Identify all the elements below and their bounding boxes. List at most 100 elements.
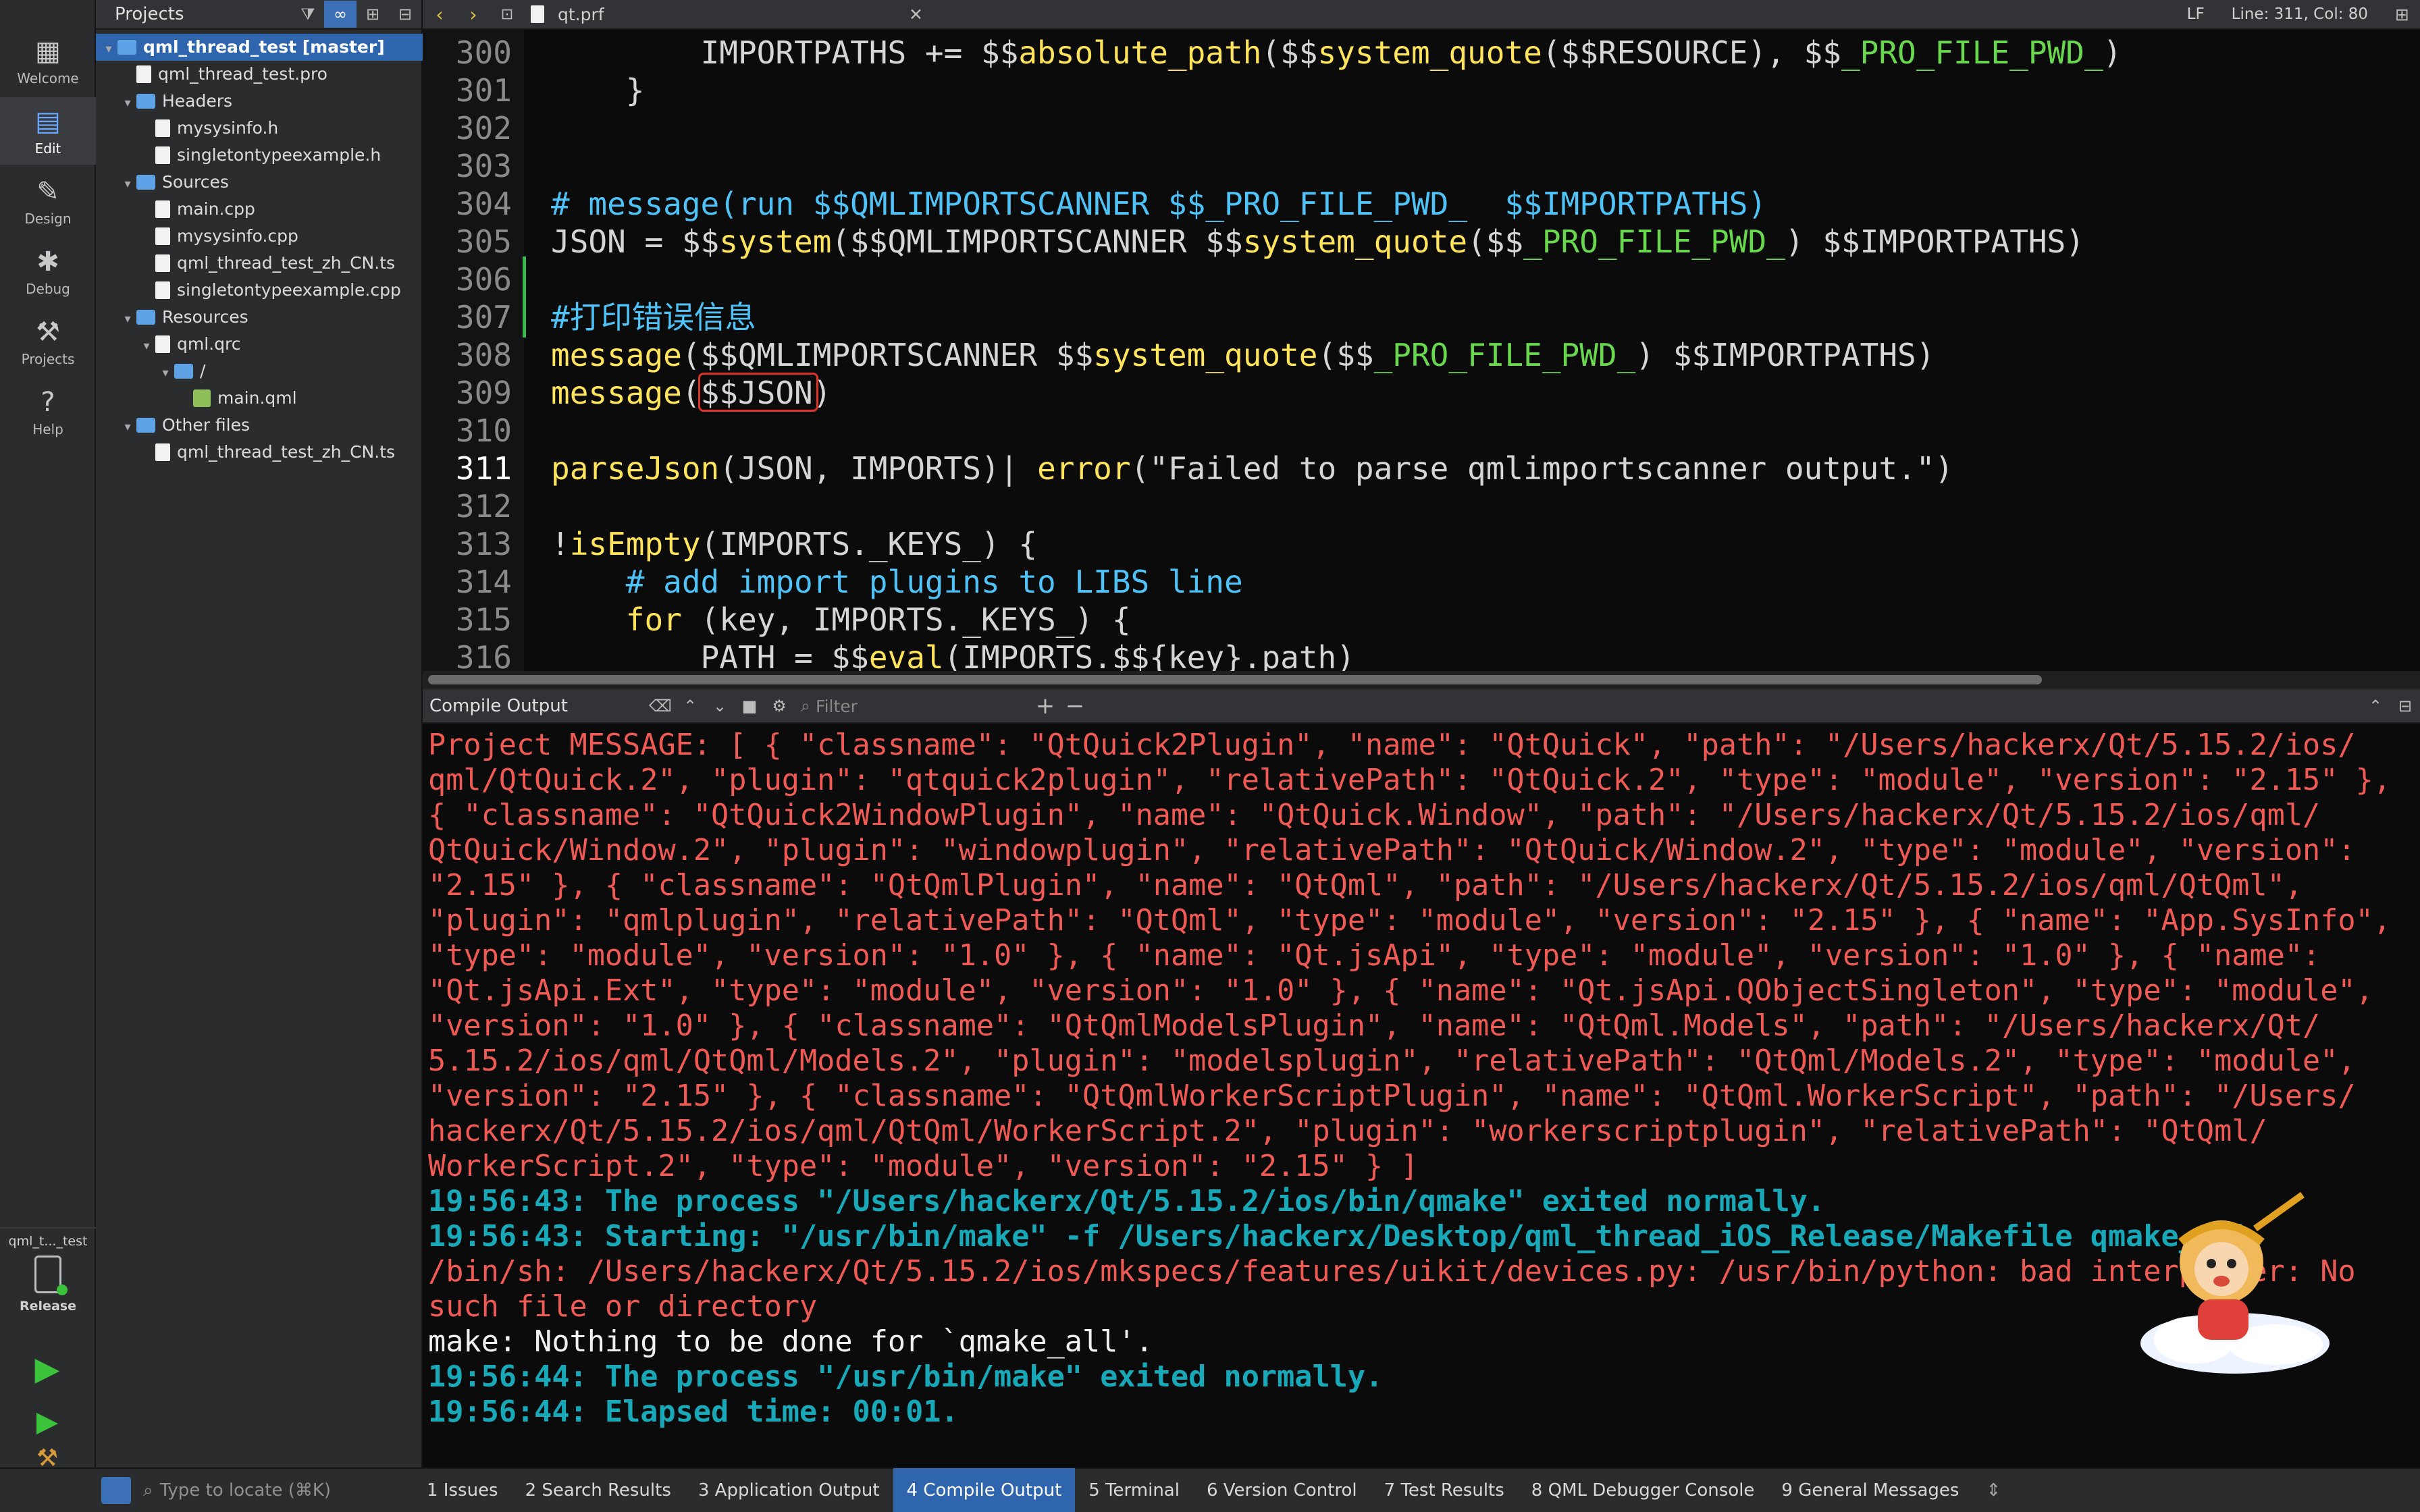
- up-icon[interactable]: ⌃: [675, 697, 705, 716]
- minus-icon[interactable]: −: [1060, 693, 1090, 720]
- build-config: Release: [20, 1299, 76, 1314]
- locator-field[interactable]: ⌕ Type to locate (⌘K): [143, 1476, 413, 1505]
- kit-selector[interactable]: qml_t..._test Release: [0, 1227, 96, 1328]
- build-hammer-icon[interactable]: ⚒: [27, 1447, 68, 1471]
- output-line: 19:56:44: Elapsed time: 00:01.: [428, 1395, 959, 1429]
- filter-field[interactable]: ⌕ Filter: [801, 694, 1024, 718]
- output-title[interactable]: Compile Output: [423, 696, 646, 716]
- mode-design[interactable]: ✎ Design: [0, 167, 96, 235]
- filter-icon[interactable]: ⧩: [292, 1, 324, 28]
- output-tab[interactable]: 5 Terminal: [1075, 1468, 1193, 1512]
- close-pane-icon[interactable]: ⊟: [2390, 697, 2420, 716]
- code-token: ) $$IMPORTPATHS): [1785, 223, 2084, 260]
- output-line: Project MESSAGE: [ { "classname": "QtQui…: [428, 728, 2356, 762]
- tree-item-label: qml_thread_test.pro: [158, 64, 327, 84]
- scrollbar-thumb[interactable]: [428, 675, 2042, 684]
- change-marker: [523, 256, 526, 338]
- open-file-name[interactable]: qt.prf: [558, 5, 909, 24]
- close-file-icon[interactable]: ✕: [909, 5, 923, 24]
- output-tab[interactable]: 6 Version Control: [1193, 1468, 1371, 1512]
- clean-icon[interactable]: ⌫: [646, 697, 675, 716]
- back-icon[interactable]: ‹: [423, 3, 456, 26]
- close-sidebar-icon[interactable]: ⊟: [389, 1, 421, 28]
- line-number: 304: [455, 186, 512, 222]
- tree-item[interactable]: qml_thread_test.pro: [96, 61, 423, 88]
- output-line: make: Nothing to be done for `qmake_all'…: [428, 1325, 1153, 1359]
- output-tab[interactable]: 9 General Messages: [1768, 1468, 1972, 1512]
- code-token: ($$: [1467, 223, 1524, 260]
- expand-arrow-icon[interactable]: ▾: [157, 360, 174, 387]
- line-number: 301: [455, 72, 512, 109]
- tree-item[interactable]: ▾ Headers: [96, 88, 423, 115]
- tree-item[interactable]: ▾ Other files: [96, 412, 423, 439]
- down-icon[interactable]: ⌄: [705, 697, 735, 716]
- cursor-position[interactable]: Line: 311, Col: 80: [2232, 5, 2368, 23]
- tree-item[interactable]: singletontypeexample.cpp: [96, 277, 423, 304]
- project-sidebar: Projects ⧩ ∞ ⊞ ⊟ ▾ qml_thread_test [maste…: [96, 0, 423, 1467]
- run-icon[interactable]: ▶: [27, 1349, 68, 1389]
- tree-item[interactable]: main.cpp: [96, 196, 423, 223]
- mode-edit[interactable]: ▤ Edit: [0, 97, 96, 165]
- tree-item[interactable]: qml_thread_test_zh_CN.ts: [96, 250, 423, 277]
- stop-icon[interactable]: ■: [735, 697, 764, 716]
- line-ending[interactable]: LF: [2187, 5, 2205, 23]
- file-icon: [155, 335, 170, 353]
- expand-arrow-icon[interactable]: ▾: [100, 36, 117, 63]
- edit-icon: ▤: [35, 106, 61, 137]
- tree-item[interactable]: ▾ Resources: [96, 304, 423, 331]
- horizontal-scrollbar[interactable]: [423, 671, 2420, 688]
- mode-welcome[interactable]: ▦ Welcome: [0, 27, 96, 94]
- code-line: PATH = $$eval(IMPORTS.$${key}.path): [524, 639, 2420, 671]
- output-line: "type": "module", "version": "1.0" }, { …: [428, 939, 2321, 973]
- tree-item[interactable]: ▾ qml.qrc: [96, 331, 423, 358]
- folder-icon: [136, 418, 155, 433]
- split-editor-icon[interactable]: ⊞: [2395, 5, 2409, 24]
- code-token: ($$JSON): [681, 375, 832, 411]
- split-icon[interactable]: ⊞: [357, 1, 389, 28]
- plus-icon[interactable]: +: [1030, 693, 1060, 720]
- file-icon: [155, 281, 170, 299]
- output-line: "version": "1.0" }, { "classname": "QtQm…: [428, 1009, 2321, 1043]
- tree-item-label: qml.qrc: [177, 334, 241, 354]
- gear-icon[interactable]: ⚙: [764, 697, 794, 716]
- tree-item-label: qml_thread_test_zh_CN.ts: [177, 442, 396, 462]
- view-selector[interactable]: Projects: [115, 4, 292, 24]
- link-icon[interactable]: ∞: [324, 1, 357, 28]
- expand-arrow-icon[interactable]: ▾: [119, 414, 136, 441]
- code-token: ($$QMLIMPORTSCANNER $$: [681, 337, 1094, 373]
- tabs-chevron-icon[interactable]: ⇕: [1986, 1480, 2001, 1501]
- expand-arrow-icon[interactable]: ▾: [119, 171, 136, 198]
- tree-item[interactable]: ▾ Sources: [96, 169, 423, 196]
- output-tab[interactable]: 2 Search Results: [512, 1468, 685, 1512]
- expand-arrow-icon[interactable]: ▾: [119, 90, 136, 117]
- code-line: # message(run $$QMLIMPORTSCANNER $$_PRO_…: [524, 185, 2420, 223]
- tree-item[interactable]: ▾ qml_thread_test [master]: [96, 34, 423, 61]
- output-tab[interactable]: 3 Application Output: [685, 1468, 893, 1512]
- tree-item[interactable]: qml_thread_test_zh_CN.ts: [96, 439, 423, 466]
- tree-item[interactable]: singletontypeexample.h: [96, 142, 423, 169]
- tree-item[interactable]: mysysinfo.h: [96, 115, 423, 142]
- debug-run-icon[interactable]: ▶: [27, 1401, 68, 1442]
- mode-debug[interactable]: ✱ Debug: [0, 238, 96, 305]
- file-icon: [155, 443, 170, 461]
- monkey-king-sticker: [2140, 1191, 2330, 1374]
- tree-item-label: Headers: [162, 91, 233, 111]
- expand-arrow-icon[interactable]: ▾: [119, 306, 136, 333]
- tree-item[interactable]: main.qml: [96, 385, 423, 412]
- tree-item-label: Sources: [162, 172, 229, 192]
- wrench-icon: ⚒: [36, 317, 60, 348]
- code-area[interactable]: IMPORTPATHS += $$absolute_path($$system_…: [524, 30, 2420, 671]
- forward-icon[interactable]: ›: [456, 3, 490, 26]
- expand-arrow-icon[interactable]: ▾: [138, 333, 155, 360]
- mode-projects[interactable]: ⚒ Projects: [0, 308, 96, 375]
- toggle-sidebar-icon[interactable]: [101, 1477, 131, 1504]
- maximize-icon[interactable]: ⌃: [2361, 697, 2390, 716]
- output-tab[interactable]: 8 QML Debugger Console: [1518, 1468, 1768, 1512]
- tree-item[interactable]: ▾ /: [96, 358, 423, 385]
- output-tab[interactable]: 1 Issues: [413, 1468, 512, 1512]
- mode-help[interactable]: ? Help: [0, 378, 96, 446]
- output-tab[interactable]: 7 Test Results: [1371, 1468, 1518, 1512]
- code-token: _PRO_FILE_PWD_: [1841, 34, 2103, 71]
- output-tab[interactable]: 4 Compile Output: [893, 1468, 1076, 1512]
- tree-item[interactable]: mysysinfo.cpp: [96, 223, 423, 250]
